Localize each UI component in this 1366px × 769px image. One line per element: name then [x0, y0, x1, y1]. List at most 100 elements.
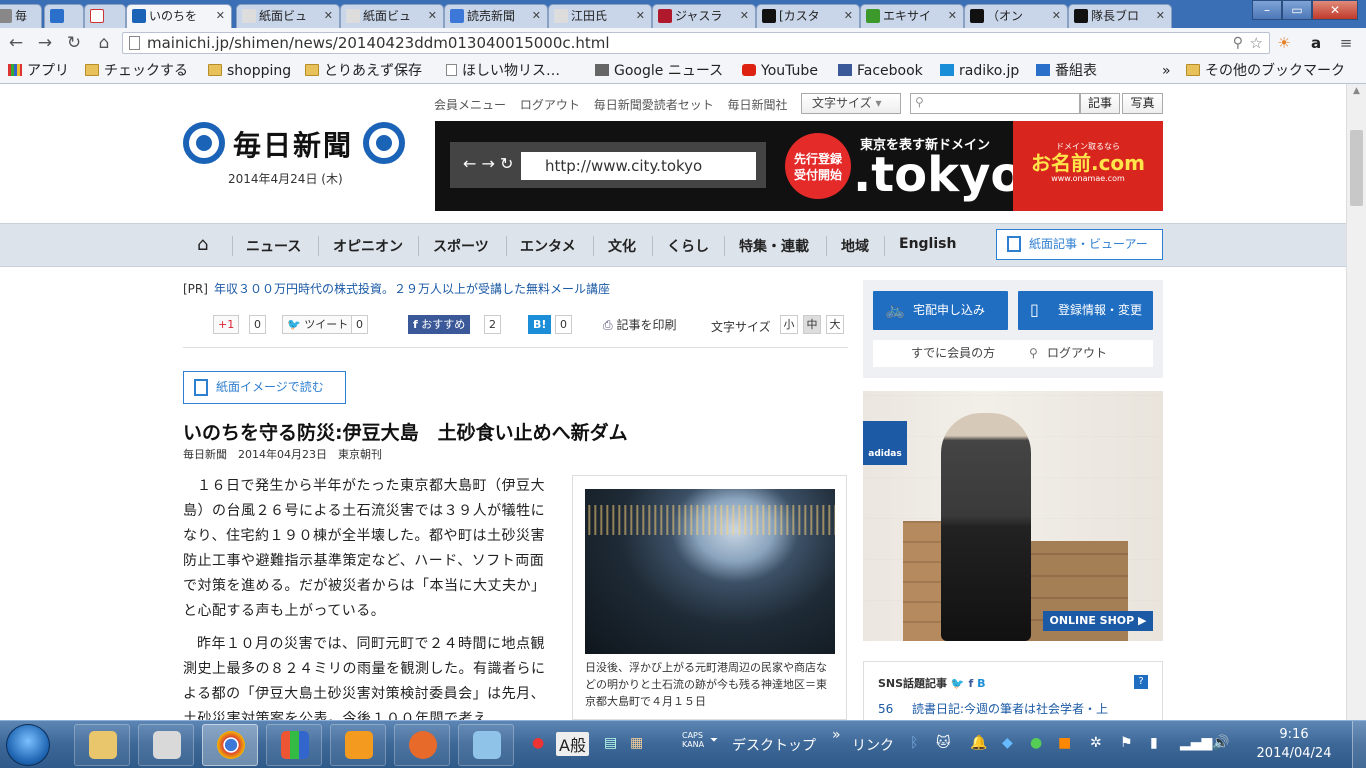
tab[interactable]	[44, 4, 84, 28]
site-search-input[interactable]: ⚲	[910, 93, 1080, 114]
scrollbar-thumb[interactable]	[1350, 130, 1363, 206]
tab-close-icon[interactable]: ✕	[324, 5, 333, 27]
logout-link[interactable]: ログアウト	[520, 98, 580, 112]
tab-close-icon[interactable]: ✕	[948, 5, 957, 27]
nav-life[interactable]: くらし	[667, 236, 709, 256]
action-center-flag-icon[interactable]: ⚑	[1120, 735, 1133, 751]
desktop-toolbar[interactable]: デスクトップ	[732, 735, 816, 755]
chrome-taskbar-button[interactable]	[202, 724, 258, 766]
tab-close-icon[interactable]: ✕	[740, 5, 749, 27]
scroll-up-arrow-icon[interactable]: ▲	[1353, 86, 1360, 96]
explorer-taskbar-button[interactable]	[74, 724, 130, 766]
google-plus-button[interactable]: +1	[213, 315, 240, 334]
ime-dict-icon[interactable]: ▦	[630, 735, 643, 751]
tab[interactable]: [カスタ ✕	[756, 4, 860, 28]
bookmark-item[interactable]: Google ニュース	[595, 61, 723, 81]
tab[interactable]: 紙面ビュ ✕	[236, 4, 340, 28]
other-bookmarks[interactable]: その他のブックマーク	[1186, 61, 1345, 81]
page-scrollbar[interactable]: ▲	[1346, 84, 1366, 720]
bookmarks-overflow-button[interactable]: »	[1162, 61, 1171, 81]
reload-icon[interactable]: ↻	[62, 33, 86, 53]
bookmark-apps[interactable]: アプリ	[8, 61, 69, 81]
forward-arrow-icon[interactable]: →	[33, 33, 57, 53]
notepad-taskbar-button[interactable]	[458, 724, 514, 766]
tray-app-icon[interactable]: ●	[532, 735, 544, 751]
nav-opinion[interactable]: オピニオン	[333, 236, 403, 256]
member-menu-link[interactable]: 会員メニュー	[434, 98, 506, 112]
bookmark-item[interactable]: Facebook	[838, 61, 923, 81]
search-photos-button[interactable]: 写真	[1122, 93, 1163, 114]
nav-english[interactable]: English	[899, 236, 956, 252]
show-desktop-button[interactable]	[1352, 721, 1366, 769]
sns-article-link[interactable]: 読書日記:今週の筆者は社会学者・上	[912, 700, 1108, 717]
reader-set-link[interactable]: 毎日新聞愛読者セット	[594, 98, 714, 112]
back-arrow-icon[interactable]: ←	[4, 33, 28, 53]
bookmark-folder[interactable]: チェックする	[85, 61, 188, 81]
tab[interactable]: 江田氏 ✕	[548, 4, 652, 28]
tab-close-icon[interactable]: ✕	[532, 5, 541, 27]
menu-icon[interactable]: ≡	[1336, 33, 1356, 53]
sidebar-logout-link[interactable]: ログアウト	[1047, 340, 1107, 367]
tab[interactable]	[84, 4, 126, 28]
tray-app-icon[interactable]: ■	[1058, 735, 1071, 751]
toolbar-expand-icon[interactable]: »	[832, 727, 841, 743]
app-taskbar-button[interactable]	[394, 724, 450, 766]
help-icon[interactable]: ?	[1134, 675, 1148, 689]
nav-sports[interactable]: スポーツ	[433, 236, 489, 256]
font-small-button[interactable]: 小	[780, 315, 798, 334]
snipping-taskbar-button[interactable]	[138, 724, 194, 766]
apps-taskbar-button[interactable]	[266, 724, 322, 766]
tab-close-icon[interactable]: ✕	[636, 5, 645, 27]
tab-close-icon[interactable]: ✕	[216, 5, 225, 27]
tab[interactable]: （オン ✕	[964, 4, 1068, 28]
tray-app-icon[interactable]: ✲	[1090, 735, 1102, 751]
media-taskbar-button[interactable]	[330, 724, 386, 766]
address-bar[interactable]: mainichi.jp/shimen/news/20140423ddm01304…	[122, 32, 1270, 54]
nav-regional[interactable]: 地域	[841, 236, 869, 256]
bookmark-folder[interactable]: shopping	[208, 61, 291, 81]
tab[interactable]: 毎	[0, 4, 42, 28]
tab[interactable]: 紙面ビュ ✕	[340, 4, 444, 28]
paper-viewer-button[interactable]: 紙面記事・ビューアー	[996, 229, 1163, 260]
tab-close-icon[interactable]: ✕	[1052, 5, 1061, 27]
bookmark-item[interactable]: YouTube	[742, 61, 818, 81]
tweet-button[interactable]: 🐦 ツイート	[282, 315, 354, 334]
tokyo-domain-ad[interactable]: ← → ↻ http://www.city.tokyo 先行登録 受付開始 東京…	[435, 121, 1163, 211]
tab[interactable]: エキサイ ✕	[860, 4, 964, 28]
home-icon[interactable]: ⌂	[197, 234, 208, 255]
volume-icon[interactable]: 🔊	[1212, 735, 1229, 751]
delivery-button[interactable]: 🚲 宅配申し込み	[873, 291, 1008, 330]
site-logo[interactable]: 毎日新聞	[183, 122, 405, 166]
tab[interactable]: 隊長ブロ ✕	[1068, 4, 1172, 28]
pr-link[interactable]: 年収３００万円時代の株式投資。２９万人以上が受講した無料メール講座	[214, 282, 610, 296]
adidas-ad[interactable]: adidas ONLINE SHOP ▶	[863, 391, 1163, 641]
tab-close-icon[interactable]: ✕	[844, 5, 853, 27]
system-clock[interactable]: 9:16 2014/04/24	[1244, 725, 1344, 763]
photo-image[interactable]	[585, 489, 835, 654]
font-size-select[interactable]: 文字サイズ ▾	[801, 93, 901, 114]
search-icon[interactable]: ⚲	[1233, 33, 1243, 53]
weather-extension-icon[interactable]: ☀	[1274, 33, 1294, 53]
tray-cat-icon[interactable]: 🐱	[936, 735, 951, 751]
minimize-button[interactable]: –	[1252, 0, 1282, 20]
start-button[interactable]	[6, 724, 50, 766]
nav-culture[interactable]: 文化	[608, 236, 636, 256]
close-window-button[interactable]: ✕	[1312, 0, 1358, 20]
bluetooth-icon[interactable]: ᛒ	[910, 735, 918, 751]
bookmark-item[interactable]: ほしい物リス…	[446, 61, 560, 81]
font-large-button[interactable]: 大	[826, 315, 844, 334]
update-icon[interactable]: ●	[1030, 735, 1042, 751]
nav-features[interactable]: 特集・連載	[739, 236, 809, 256]
dropbox-icon[interactable]: ◆	[1002, 735, 1013, 751]
tab[interactable]: 読売新聞 ✕	[444, 4, 548, 28]
nav-news[interactable]: ニュース	[246, 236, 301, 256]
amazon-extension-icon[interactable]: a	[1306, 33, 1326, 53]
hatena-bookmark-button[interactable]: B!	[528, 315, 552, 334]
home-icon[interactable]: ⌂	[92, 33, 116, 53]
bookmark-folder[interactable]: とりあえず保存	[305, 61, 422, 81]
tab[interactable]: ジャスラ ✕	[652, 4, 756, 28]
maximize-button[interactable]: ▭	[1282, 0, 1312, 20]
network-signal-icon[interactable]: ▂▄▆	[1180, 735, 1212, 751]
ime-mode-indicator[interactable]: A般	[556, 732, 589, 756]
bookmark-item[interactable]: 番組表	[1036, 61, 1097, 81]
